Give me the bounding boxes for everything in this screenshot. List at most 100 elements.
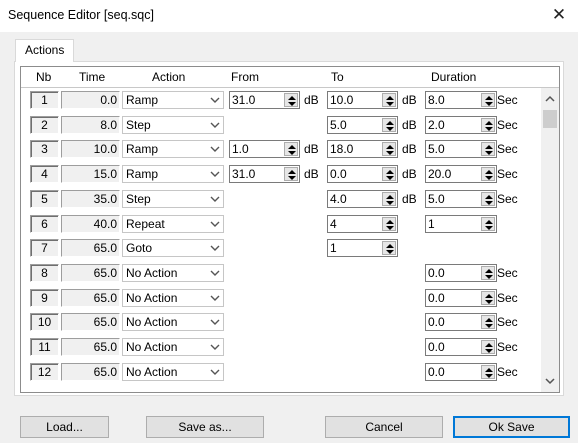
- up-down-arrows-icon[interactable]: [481, 290, 495, 305]
- from-field[interactable]: 1.0: [229, 140, 300, 159]
- up-down-arrows-icon[interactable]: [284, 93, 298, 107]
- ok-save-button[interactable]: Ok Save: [453, 416, 570, 438]
- from-field[interactable]: 31.0: [229, 165, 300, 184]
- up-down-arrows-icon[interactable]: [481, 142, 495, 157]
- up-down-arrows-icon[interactable]: [382, 167, 396, 182]
- up-down-arrows-icon[interactable]: [481, 216, 495, 231]
- header-duration: Duration: [431, 70, 477, 84]
- duration-unit: Sec: [497, 364, 518, 379]
- row-time: 10.0: [61, 140, 120, 159]
- up-down-arrows-icon[interactable]: [284, 142, 298, 157]
- duration-unit: Sec: [497, 191, 518, 206]
- duration-field[interactable]: 5.0: [425, 189, 497, 208]
- duration-field-value: 0.0: [428, 315, 445, 330]
- duration-field[interactable]: 5.0: [425, 140, 497, 159]
- chevron-down-icon[interactable]: [209, 194, 221, 204]
- to-field-value: 18.0: [330, 142, 354, 157]
- table-row: 2 8.0 Step 5.0 dB 2.0 Sec: [21, 113, 541, 137]
- cancel-button[interactable]: Cancel: [325, 416, 443, 438]
- up-down-arrows-icon[interactable]: [382, 93, 396, 107]
- up-down-arrows-icon[interactable]: [284, 167, 298, 182]
- chevron-down-icon[interactable]: [209, 342, 221, 352]
- vertical-scrollbar[interactable]: [541, 88, 559, 392]
- duration-field[interactable]: 20.0: [425, 165, 497, 184]
- action-select[interactable]: Step: [122, 189, 224, 208]
- from-unit: dB: [304, 142, 319, 157]
- up-down-arrows-icon[interactable]: [382, 241, 396, 256]
- chevron-down-icon[interactable]: [209, 243, 221, 253]
- chevron-down-icon[interactable]: [209, 219, 221, 229]
- header-action: Action: [152, 70, 186, 84]
- to-field[interactable]: 0.0: [327, 165, 398, 184]
- up-down-arrows-icon[interactable]: [481, 117, 495, 132]
- duration-field[interactable]: 0.0: [425, 362, 497, 381]
- chevron-down-icon[interactable]: [209, 169, 221, 179]
- duration-field[interactable]: 1: [425, 214, 497, 233]
- duration-field[interactable]: 0.0: [425, 313, 497, 332]
- duration-field[interactable]: 0.0: [425, 288, 497, 307]
- close-icon[interactable]: ✕: [548, 4, 570, 26]
- chevron-up-icon[interactable]: [544, 94, 556, 104]
- up-down-arrows-icon[interactable]: [382, 216, 396, 231]
- row-time: 8.0: [61, 115, 120, 134]
- from-field-value: 31.0: [232, 93, 256, 107]
- to-field[interactable]: 5.0: [327, 115, 398, 134]
- duration-field-value: 5.0: [428, 142, 445, 157]
- up-down-arrows-icon[interactable]: [481, 340, 495, 354]
- up-down-arrows-icon[interactable]: [481, 265, 495, 280]
- to-field[interactable]: 4: [327, 214, 398, 233]
- to-field[interactable]: 18.0: [327, 140, 398, 159]
- action-select[interactable]: No Action: [122, 288, 224, 307]
- up-down-arrows-icon[interactable]: [382, 117, 396, 132]
- to-field-value: 4.0: [330, 191, 347, 206]
- up-down-arrows-icon[interactable]: [481, 191, 495, 206]
- up-down-arrows-icon[interactable]: [481, 93, 495, 107]
- tab-actions[interactable]: Actions: [15, 39, 75, 62]
- action-select[interactable]: No Action: [122, 263, 224, 282]
- action-select[interactable]: Ramp: [122, 165, 224, 184]
- action-select[interactable]: No Action: [122, 313, 224, 332]
- row-time: 35.0: [61, 189, 120, 208]
- row-number: 2: [30, 115, 59, 134]
- chevron-down-icon[interactable]: [209, 367, 221, 377]
- action-select[interactable]: Ramp: [122, 140, 224, 159]
- action-select[interactable]: Step: [122, 115, 224, 134]
- duration-field[interactable]: 2.0: [425, 115, 497, 134]
- to-field-value: 0.0: [330, 167, 347, 182]
- chevron-down-icon[interactable]: [209, 268, 221, 278]
- row-number: 6: [30, 214, 59, 233]
- chevron-down-icon[interactable]: [544, 376, 556, 386]
- to-field[interactable]: 4.0: [327, 189, 398, 208]
- duration-field[interactable]: 0.0: [425, 338, 497, 356]
- chevron-down-icon[interactable]: [209, 293, 221, 303]
- action-select-value: Goto: [126, 241, 153, 256]
- action-select[interactable]: No Action: [122, 362, 224, 381]
- action-select[interactable]: Goto: [122, 239, 224, 258]
- to-field[interactable]: 1: [327, 239, 398, 258]
- duration-unit: Sec: [497, 167, 518, 182]
- table-row: 3 10.0 Ramp 1.0 dB 18.0 dB 5.0 Sec: [21, 137, 541, 161]
- from-field[interactable]: 31.0: [229, 91, 300, 109]
- chevron-down-icon[interactable]: [209, 144, 221, 154]
- to-field[interactable]: 10.0: [327, 91, 398, 109]
- table-row: 1 0.0 Ramp 31.0 dB 10.0 dB 8.0 Sec: [21, 88, 541, 112]
- action-select[interactable]: Repeat: [122, 214, 224, 233]
- chevron-down-icon[interactable]: [209, 95, 221, 105]
- save-as-button[interactable]: Save as...: [146, 416, 264, 438]
- duration-field-value: 2.0: [428, 117, 445, 132]
- chevron-down-icon[interactable]: [209, 120, 221, 130]
- table-row: 10 65.0 No Action 0.0 Sec: [21, 310, 541, 334]
- up-down-arrows-icon[interactable]: [382, 191, 396, 206]
- up-down-arrows-icon[interactable]: [481, 364, 495, 379]
- action-select-value: Ramp: [126, 142, 159, 157]
- action-select[interactable]: Ramp: [122, 91, 224, 109]
- load-button[interactable]: Load...: [20, 416, 109, 438]
- duration-field[interactable]: 0.0: [425, 263, 497, 282]
- up-down-arrows-icon[interactable]: [382, 142, 396, 157]
- scroll-thumb[interactable]: [543, 110, 557, 128]
- duration-field[interactable]: 8.0: [425, 91, 497, 109]
- chevron-down-icon[interactable]: [209, 317, 221, 327]
- action-select[interactable]: No Action: [122, 338, 224, 356]
- up-down-arrows-icon[interactable]: [481, 315, 495, 330]
- up-down-arrows-icon[interactable]: [481, 167, 495, 182]
